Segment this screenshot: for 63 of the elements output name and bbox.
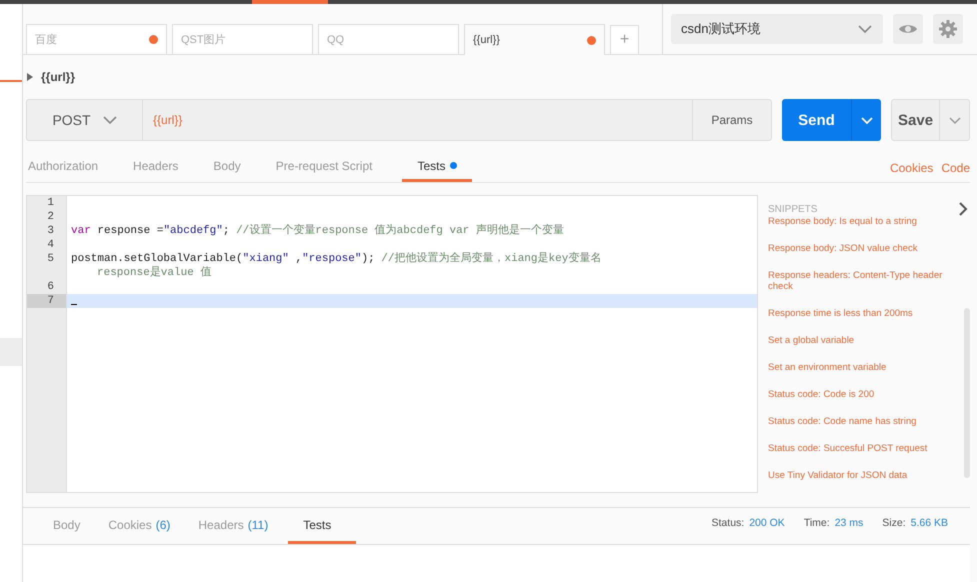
- line-number: 7: [47, 295, 54, 307]
- snippet-link[interactable]: Use Tiny Validator for JSON data: [768, 462, 948, 489]
- eye-button[interactable]: [893, 14, 923, 44]
- params-button[interactable]: Params: [692, 99, 772, 141]
- send-options-button[interactable]: [851, 99, 881, 141]
- response-tab[interactable]: Cookies (6): [100, 508, 190, 544]
- code-text: postman.setGlobalVariable("xiang" ,"respose"); //把他设置为全局变量，xiang是key变量名: [71, 253, 602, 265]
- line-number: 4: [47, 239, 54, 251]
- snippet-link[interactable]: Status code: Code is 200: [768, 381, 948, 408]
- code-editor[interactable]: 1 2 3 var response ="abcdefg"; //设置一个变量response 值为abcdefg var 声明他是一个变量 4 5 postman.setGlobalVariable("xiang" ,"respose"); //把他设置为全局变量，xiang是key变量名 response是value 值 6 7: [26, 195, 758, 493]
- code-text: response是value 值: [97, 267, 212, 279]
- chevron-right-icon[interactable]: [959, 202, 968, 216]
- meta-value: 200 OK: [749, 517, 785, 529]
- request-tab[interactable]: {{url}}: [464, 24, 605, 55]
- snippet-link[interactable]: Response time is less than 200ms: [768, 300, 948, 327]
- environment-dropdown[interactable]: csdn测试环境: [671, 14, 883, 44]
- snippet-link[interactable]: Set an environment variable: [768, 354, 948, 381]
- code-text: var response ="abcdefg"; //设置一个变量response 值为abcdefg var 声明他是一个变量: [71, 225, 564, 237]
- save-button[interactable]: Save: [891, 99, 940, 141]
- settings-icon: [939, 20, 957, 38]
- save-options-button[interactable]: [940, 99, 970, 141]
- request-tab[interactable]: 百度: [26, 24, 167, 54]
- link[interactable]: Code: [941, 161, 970, 175]
- url-field[interactable]: {{url}}: [143, 99, 692, 141]
- snippet-link[interactable]: Response body: JSON value check: [768, 235, 948, 262]
- line-number: 5: [47, 253, 54, 265]
- send-button[interactable]: Send: [782, 99, 851, 141]
- chevron-down-icon: [102, 116, 117, 124]
- meta-value: 23 ms: [834, 517, 864, 529]
- snippet-link[interactable]: Response headers: Content-Type header check: [768, 262, 948, 300]
- meta-label: Status:: [712, 517, 744, 529]
- request-name: {{url}}: [41, 70, 76, 84]
- link[interactable]: Cookies: [890, 161, 934, 175]
- request-section-tab[interactable]: Headers: [128, 152, 194, 182]
- request-section-tab[interactable]: Body: [208, 152, 256, 182]
- scrollbar-thumb[interactable]: [964, 308, 970, 478]
- request-section-tab[interactable]: Authorization: [26, 152, 114, 182]
- meta-label: Time:: [804, 517, 830, 529]
- snippet-link[interactable]: Status code: Succesful POST request: [768, 435, 948, 462]
- request-tab[interactable]: QQ: [318, 24, 459, 54]
- request-section-tab[interactable]: Tests: [402, 152, 472, 182]
- text-cursor: [71, 304, 77, 305]
- chevron-down-icon: [857, 24, 873, 34]
- expand-triangle-icon[interactable]: [27, 73, 33, 81]
- line-number: 3: [47, 225, 54, 237]
- snippet-link[interactable]: Response body: Is equal to a string: [768, 216, 948, 235]
- line-number: 2: [47, 211, 54, 223]
- request-section-tab[interactable]: Pre-request Script: [270, 152, 388, 182]
- line-number: 6: [47, 281, 54, 293]
- snippets-heading: SNIPPETS: [768, 204, 818, 214]
- response-tab[interactable]: Body: [23, 508, 100, 544]
- settings-button[interactable]: [933, 14, 963, 44]
- chevron-down-icon: [860, 116, 872, 124]
- meta-value: 5.66 KB: [910, 517, 948, 529]
- snippet-link[interactable]: Set a global variable: [768, 327, 948, 354]
- request-tab[interactable]: QST图片: [172, 24, 313, 54]
- response-tab[interactable]: Headers (11): [190, 508, 288, 544]
- method-dropdown[interactable]: POST: [26, 99, 143, 141]
- meta-label: Size:: [882, 517, 906, 529]
- line-number: 1: [47, 197, 54, 209]
- snippet-link[interactable]: Status code: Code name has string: [768, 408, 948, 435]
- chevron-down-icon: [948, 116, 960, 124]
- new-tab-button[interactable]: +: [610, 25, 639, 54]
